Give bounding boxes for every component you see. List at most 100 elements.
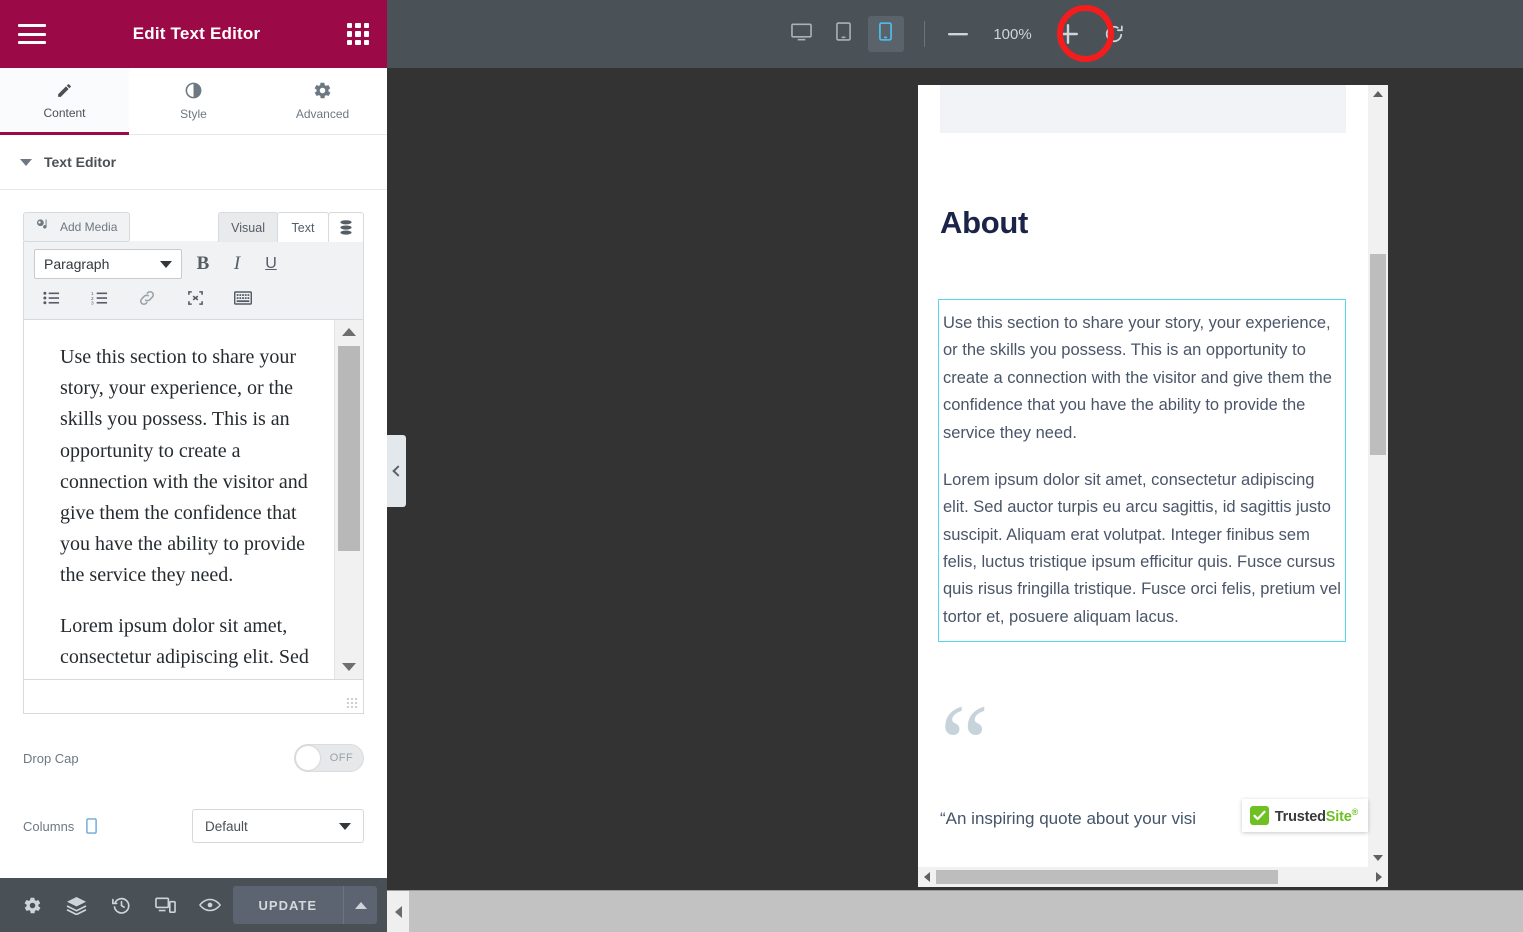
window-horizontal-scrollbar[interactable] xyxy=(387,890,1523,932)
drop-cap-label: Drop Cap xyxy=(23,750,79,766)
update-button[interactable]: UPDATE xyxy=(232,886,343,924)
trustedsite-brand-green: Site xyxy=(1325,808,1352,825)
scroll-up-arrow-icon[interactable] xyxy=(335,320,363,344)
toggle-knob xyxy=(296,746,320,770)
zoom-in-button[interactable] xyxy=(1055,21,1081,47)
numbered-list-icon[interactable]: 1 2 3 xyxy=(86,285,112,311)
preview-horizontal-scrollbar[interactable] xyxy=(918,867,1388,887)
editor-text[interactable]: Use this section to share your story, yo… xyxy=(24,320,334,679)
scroll-down-arrow-icon[interactable] xyxy=(335,655,363,679)
keyboard-shortcuts-icon[interactable] xyxy=(230,285,256,311)
trustedsite-badge[interactable]: TrustedSite® xyxy=(1241,799,1368,832)
preview-topbar: 100% xyxy=(387,0,1523,68)
section-title: Text Editor xyxy=(44,154,117,170)
tab-content[interactable]: Content xyxy=(0,68,129,135)
preview-paragraph-2: Lorem ipsum dolor sit amet, consectetur … xyxy=(943,470,1341,626)
pencil-icon xyxy=(56,82,73,99)
tab-style[interactable]: Style xyxy=(129,68,258,134)
editor-mode-tabs: Visual Text xyxy=(218,212,364,242)
trademark-symbol: ® xyxy=(1351,806,1359,817)
scroll-right-arrow-icon[interactable] xyxy=(1370,867,1388,887)
add-media-button[interactable]: Add Media xyxy=(23,212,131,242)
preview-heading: About xyxy=(940,205,1029,240)
preview-eye-icon[interactable] xyxy=(188,878,233,932)
mobile-icon xyxy=(879,22,892,46)
preview-canvas: About Use this section to share your sto… xyxy=(387,68,1523,890)
settings-gear-icon[interactable] xyxy=(10,878,55,932)
visual-mode-tab[interactable]: Visual xyxy=(218,212,278,242)
panel-collapse-button[interactable] xyxy=(387,435,406,507)
toolbar-row-1: Paragraph B I U xyxy=(34,249,355,279)
scroll-left-arrow-icon[interactable] xyxy=(387,891,409,932)
section-header-text-editor[interactable]: Text Editor xyxy=(0,135,387,190)
bulleted-list-icon[interactable] xyxy=(38,285,64,311)
editor-paragraph-1: Use this section to share your story, yo… xyxy=(60,346,308,587)
responsive-mode-icon[interactable] xyxy=(144,878,189,932)
zoom-value: 100% xyxy=(993,25,1032,43)
paragraph-format-select[interactable]: Paragraph xyxy=(34,249,182,279)
fullscreen-icon[interactable] xyxy=(182,285,208,311)
tab-style-label: Style xyxy=(180,107,207,121)
desktop-device-button[interactable] xyxy=(784,16,820,52)
drop-cap-state: OFF xyxy=(329,752,354,764)
tab-advanced[interactable]: Advanced xyxy=(258,68,387,134)
panel-tabs: Content Style Advanced xyxy=(0,68,387,135)
link-icon[interactable] xyxy=(134,285,160,311)
panel-body: Add Media Visual Text Paragraph B I U 1 … xyxy=(0,190,387,878)
drop-cap-toggle[interactable]: OFF xyxy=(294,744,364,772)
toolbar-divider xyxy=(923,21,925,47)
underline-button[interactable]: U xyxy=(258,251,284,277)
chevron-down-icon xyxy=(339,822,351,830)
editor-panel: Edit Text Editor Content Style Advanced … xyxy=(0,0,387,932)
zoom-reset-button[interactable] xyxy=(1101,21,1127,47)
drop-cap-row: Drop Cap OFF xyxy=(0,730,387,786)
preview-vertical-scrollbar[interactable] xyxy=(1368,85,1388,867)
zoom-controls: 100% xyxy=(945,21,1127,47)
columns-select[interactable]: Default xyxy=(192,809,364,843)
mobile-preview-frame: About Use this section to share your sto… xyxy=(918,85,1388,887)
contrast-icon xyxy=(184,81,203,100)
toolbar-row-2: 1 2 3 xyxy=(34,285,355,311)
update-options-button[interactable] xyxy=(343,886,377,924)
elementor-editor-screen: Edit Text Editor Content Style Advanced … xyxy=(0,0,1523,932)
svg-text:3: 3 xyxy=(91,301,94,305)
scrollbar-thumb[interactable] xyxy=(936,870,1278,884)
chevron-down-icon xyxy=(20,158,32,166)
widgets-grid-icon[interactable] xyxy=(347,23,369,45)
trustedsite-brand-bold: Trusted xyxy=(1274,808,1326,825)
history-icon[interactable] xyxy=(99,878,144,932)
format-select-value: Paragraph xyxy=(44,256,110,272)
scrollbar-thumb[interactable] xyxy=(338,346,360,551)
navigator-layers-icon[interactable] xyxy=(55,878,100,932)
editor-content-area[interactable]: Use this section to share your story, yo… xyxy=(23,320,364,680)
panel-title: Edit Text Editor xyxy=(132,24,261,43)
tablet-icon xyxy=(836,22,851,46)
bold-button[interactable]: B xyxy=(190,251,216,277)
chevron-left-icon xyxy=(392,465,404,477)
tablet-device-button[interactable] xyxy=(826,16,862,52)
columns-row: Columns Default xyxy=(0,798,387,854)
editor-resize-handle[interactable] xyxy=(346,697,358,709)
mobile-device-button[interactable] xyxy=(867,16,904,52)
editor-toolbar: Paragraph B I U 1 2 3 xyxy=(23,241,364,320)
desktop-icon xyxy=(791,23,812,46)
checkmark-icon xyxy=(1249,806,1269,825)
scroll-up-arrow-icon[interactable] xyxy=(1368,85,1388,103)
scroll-left-arrow-icon[interactable] xyxy=(918,867,936,887)
tab-content-label: Content xyxy=(43,106,86,120)
scrollbar-thumb[interactable] xyxy=(1370,254,1386,455)
hamburger-menu-icon[interactable] xyxy=(18,24,46,44)
scroll-down-arrow-icon[interactable] xyxy=(1368,849,1388,867)
preview-paragraph-1: Use this section to share your story, yo… xyxy=(943,314,1332,442)
add-media-icon xyxy=(36,218,52,236)
italic-button[interactable]: I xyxy=(224,251,250,277)
columns-label: Columns xyxy=(23,818,75,834)
panel-header: Edit Text Editor xyxy=(0,0,387,68)
selected-text-widget[interactable]: Use this section to share your story, yo… xyxy=(938,299,1346,643)
editor-status-bar xyxy=(23,680,364,714)
zoom-out-button[interactable] xyxy=(945,21,971,47)
database-icon[interactable] xyxy=(328,212,364,242)
editor-vertical-scrollbar[interactable] xyxy=(334,320,363,679)
text-mode-tab[interactable]: Text xyxy=(277,212,329,242)
mobile-icon[interactable] xyxy=(86,818,98,834)
